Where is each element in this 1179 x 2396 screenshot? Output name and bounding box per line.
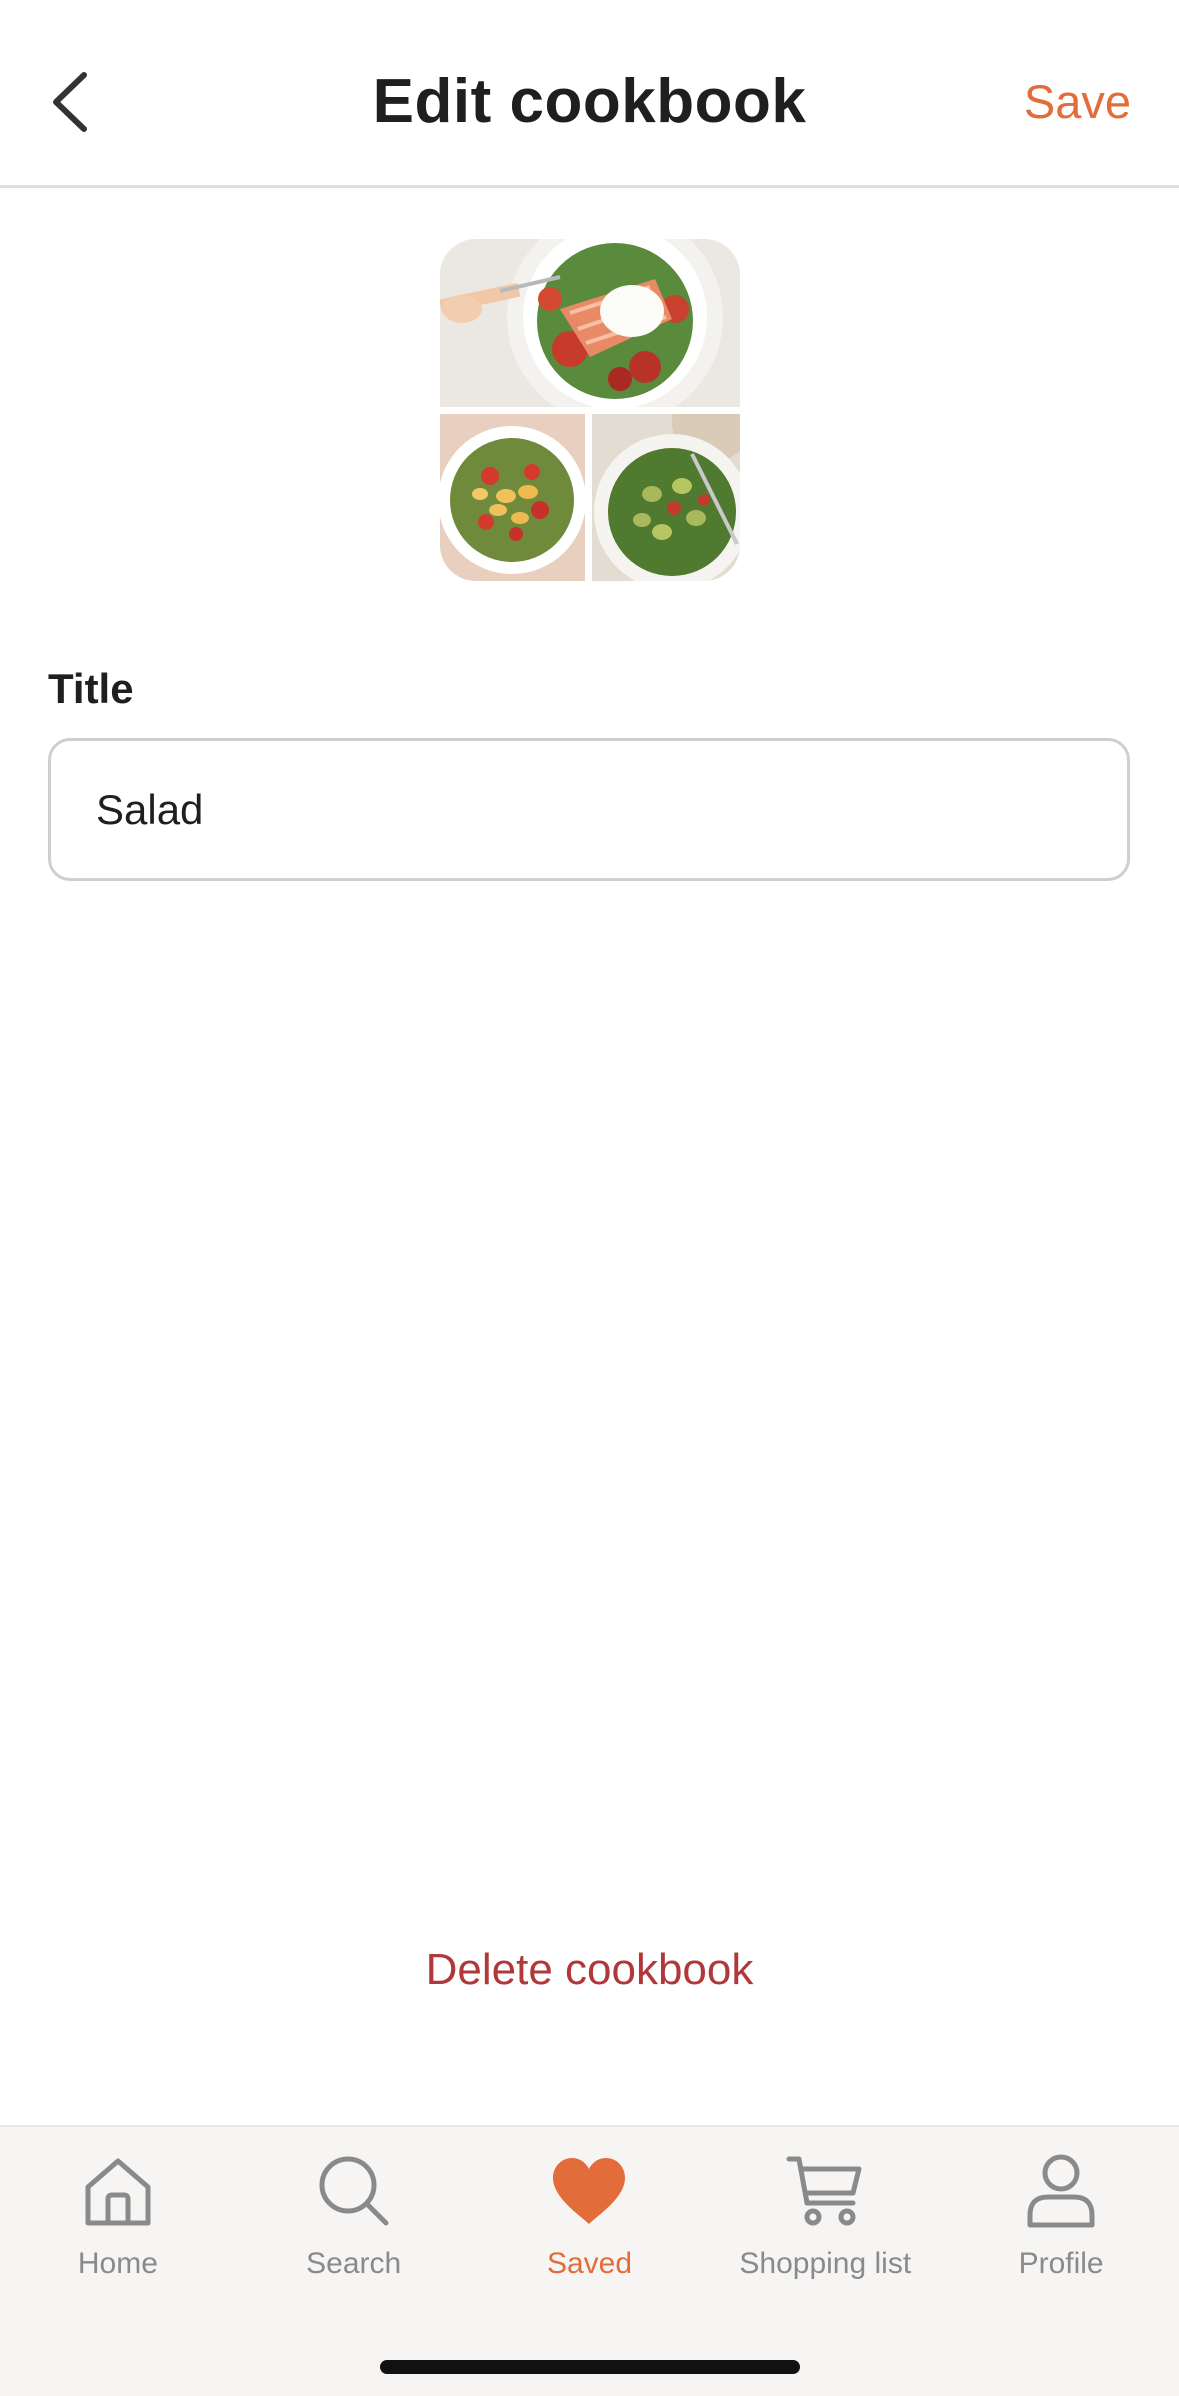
delete-cookbook-button[interactable]: Delete cookbook bbox=[0, 1945, 1179, 1995]
top-navigation-bar: Edit cookbook Save bbox=[0, 0, 1179, 188]
tab-profile[interactable]: Profile bbox=[943, 2127, 1179, 2307]
tab-saved-label: Saved bbox=[546, 2247, 633, 2280]
home-indicator bbox=[380, 2360, 800, 2374]
tab-search-label: Search bbox=[306, 2247, 402, 2280]
person-icon bbox=[1021, 2151, 1101, 2231]
tab-profile-label: Profile bbox=[1018, 2247, 1104, 2280]
title-field-label: Title bbox=[48, 665, 134, 712]
gnocchi-pesto-salad-photo bbox=[592, 414, 740, 581]
tab-saved[interactable]: Saved bbox=[472, 2127, 708, 2307]
cookbook-title-input[interactable] bbox=[48, 738, 1130, 881]
save-button[interactable]: Save bbox=[1024, 62, 1131, 142]
tortellini-salad-photo bbox=[440, 414, 585, 581]
cart-icon bbox=[785, 2151, 865, 2231]
home-icon bbox=[78, 2151, 158, 2231]
tab-shopping-list[interactable]: Shopping list bbox=[707, 2127, 943, 2307]
tab-shopping-list-label: Shopping list bbox=[739, 2247, 912, 2280]
tab-home-label: Home bbox=[77, 2247, 158, 2280]
search-icon bbox=[314, 2151, 394, 2231]
cookbook-cover-image[interactable] bbox=[440, 239, 740, 581]
salmon-salad-photo bbox=[440, 239, 740, 407]
bottom-tab-bar: Home Search Saved Shopping list Profile bbox=[0, 2125, 1179, 2396]
heart-icon bbox=[549, 2151, 629, 2231]
tab-search[interactable]: Search bbox=[236, 2127, 472, 2307]
page-title: Edit cookbook bbox=[372, 67, 807, 136]
tab-home[interactable]: Home bbox=[0, 2127, 236, 2307]
